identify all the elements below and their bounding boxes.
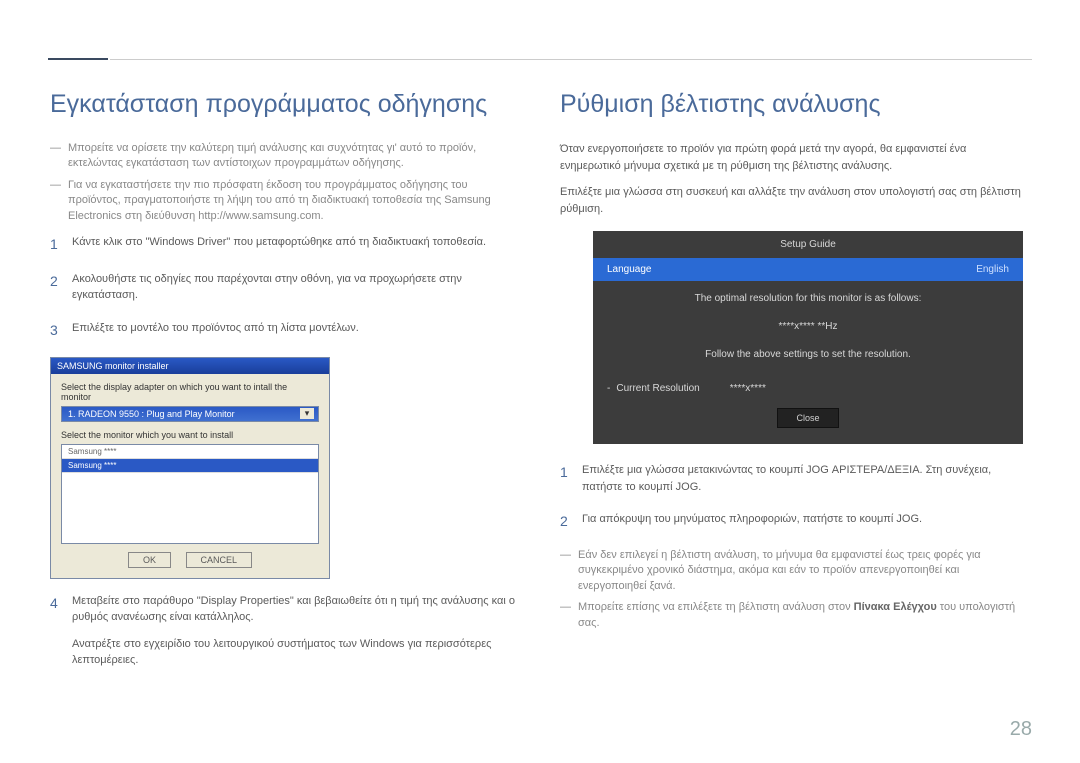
left-note-2: ― Για να εγκαταστήσετε την πιο πρόσφατη … (50, 178, 520, 224)
setup-language-label: Language (607, 264, 652, 275)
setup-current-resolution: - Current Resolution ****x**** (593, 373, 1023, 408)
dash-icon: ― (560, 600, 578, 631)
left-heading: Εγκατάσταση προγράμματος οδήγησης (50, 90, 520, 119)
step-1: 1 Κάντε κλικ στο "Windows Driver" που με… (50, 234, 520, 255)
setup-guide-panel: Setup Guide Language English The optimal… (593, 231, 1023, 444)
cancel-button[interactable]: CANCEL (186, 552, 253, 568)
right-note-2: ― Μπορείτε επίσης να επιλέξετε τη βέλτισ… (560, 600, 1030, 631)
right-column: Ρύθμιση βέλτιστης ανάλυσης Όταν ενεργοπο… (560, 90, 1030, 685)
installer-label-monitor: Select the monitor which you want to ins… (61, 430, 319, 440)
two-column-layout: Εγκατάσταση προγράμματος οδήγησης ― Μπορ… (50, 90, 1030, 685)
right-intro-2: Επιλέξτε μια γλώσσα στη συσκευή και αλλά… (560, 184, 1030, 217)
step-number: 2 (50, 271, 72, 304)
step-text: Μεταβείτε στο παράθυρο "Display Properti… (72, 593, 520, 669)
step-2: 2 Για απόκρυψη του μηνύματος πληροφοριών… (560, 511, 1030, 532)
installer-label-adapter: Select the display adapter on which you … (61, 382, 319, 402)
installer-titlebar: SAMSUNG monitor installer (51, 358, 329, 374)
step-text: Για απόκρυψη του μηνύματος πληροφοριών, … (582, 511, 1030, 532)
dash-icon: ― (50, 141, 68, 172)
list-item[interactable]: Samsung **** (62, 459, 318, 473)
note2-pre: Μπορείτε επίσης να επιλέξετε τη βέλτιστη… (578, 601, 854, 613)
step-text: Ακολουθήστε τις οδηγίες που παρέχονται σ… (72, 271, 520, 304)
installer-screenshot: SAMSUNG monitor installer Select the dis… (50, 357, 330, 579)
step-number: 4 (50, 593, 72, 669)
step-number: 2 (560, 511, 582, 532)
header-accent (48, 58, 108, 60)
list-item[interactable]: Samsung **** (62, 445, 318, 459)
page-number: 28 (1010, 718, 1032, 741)
step-text: Επιλέξτε το μοντέλο του προϊόντος από τη… (72, 320, 520, 341)
setup-line1: The optimal resolution for this monitor … (601, 291, 1015, 307)
dash-icon: ― (560, 548, 578, 594)
installer-adapter-dropdown[interactable]: 1. RADEON 9550 : Plug and Play Monitor (61, 406, 319, 422)
left-column: Εγκατάσταση προγράμματος οδήγησης ― Μπορ… (50, 90, 520, 685)
step4-main: Μεταβείτε στο παράθυρο "Display Properti… (72, 595, 515, 624)
setup-line2: ****x**** **Hz (601, 319, 1015, 335)
left-note-1: ― Μπορείτε να ορίσετε την καλύτερη τιμή … (50, 141, 520, 172)
step-number: 1 (560, 462, 582, 495)
left-steps-cont: 4 Μεταβείτε στο παράθυρο "Display Proper… (50, 593, 520, 669)
setup-line3: Follow the above settings to set the res… (601, 347, 1015, 363)
setup-language-row[interactable]: Language English (593, 258, 1023, 281)
current-res-label: Current Resolution (616, 383, 699, 394)
right-steps: 1 Επιλέξτε μια γλώσσα μετακινώντας το κο… (560, 462, 1030, 532)
installer-window: SAMSUNG monitor installer Select the dis… (50, 357, 330, 579)
step-number: 3 (50, 320, 72, 341)
step4-sub: Ανατρέξτε στο εγχειρίδιο του λειτουργικο… (72, 636, 520, 669)
right-heading: Ρύθμιση βέλτιστης ανάλυσης (560, 90, 1030, 119)
left-steps: 1 Κάντε κλικ στο "Windows Driver" που με… (50, 234, 520, 341)
installer-buttons: OK CANCEL (61, 552, 319, 568)
header-rule (110, 59, 1032, 60)
right-intro-1: Όταν ενεργοποιήσετε το προϊόν για πρώτη … (560, 141, 1030, 174)
step-2: 2 Ακολουθήστε τις οδηγίες που παρέχονται… (50, 271, 520, 304)
installer-body: Select the display adapter on which you … (51, 374, 329, 578)
step-number: 1 (50, 234, 72, 255)
close-button[interactable]: Close (777, 408, 838, 428)
step-text: Επιλέξτε μια γλώσσα μετακινώντας το κουμ… (582, 462, 1030, 495)
step-3: 3 Επιλέξτε το μοντέλο του προϊόντος από … (50, 320, 520, 341)
current-res-value: ****x**** (730, 383, 766, 394)
dash-icon: ― (50, 178, 68, 224)
note2-bold: Πίνακα Ελέγχου (854, 601, 937, 613)
right-note-1: ― Εάν δεν επιλεγεί η βέλτιστη ανάλυση, τ… (560, 548, 1030, 594)
step-text: Κάντε κλικ στο "Windows Driver" που μετα… (72, 234, 520, 255)
note-text: Εάν δεν επιλεγεί η βέλτιστη ανάλυση, το … (578, 548, 1030, 594)
installer-monitor-list[interactable]: Samsung **** Samsung **** (61, 444, 319, 544)
step-1: 1 Επιλέξτε μια γλώσσα μετακινώντας το κο… (560, 462, 1030, 495)
setup-message: The optimal resolution for this monitor … (593, 281, 1023, 373)
note-text: Μπορείτε να ορίσετε την καλύτερη τιμή αν… (68, 141, 520, 172)
note-text: Μπορείτε επίσης να επιλέξετε τη βέλτιστη… (578, 600, 1030, 631)
setup-close-row: Close (593, 408, 1023, 444)
setup-title: Setup Guide (593, 231, 1023, 258)
minus-icon: - (607, 383, 610, 394)
setup-language-value: English (976, 264, 1009, 275)
ok-button[interactable]: OK (128, 552, 171, 568)
note-text: Για να εγκαταστήσετε την πιο πρόσφατη έκ… (68, 178, 520, 224)
step-4: 4 Μεταβείτε στο παράθυρο "Display Proper… (50, 593, 520, 669)
